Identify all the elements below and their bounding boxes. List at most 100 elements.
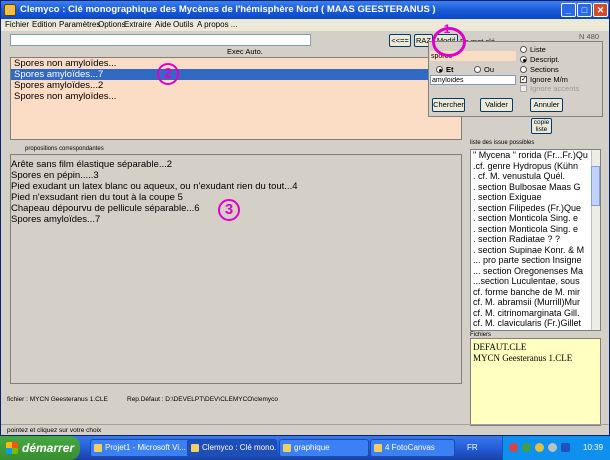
menu-bar: Fichier Edition Paramètres Options Extra… <box>1 19 609 31</box>
annuler-button[interactable]: Annuler <box>530 98 563 112</box>
status-rep: Rep.Défaut : D:\DEVELPT\DEV\CLEMYCO\clem… <box>127 396 278 403</box>
list-item[interactable]: Spores non amyloïdes... <box>11 91 461 102</box>
windows-logo-icon <box>6 442 18 454</box>
clock[interactable]: 10:39 <box>583 443 603 452</box>
choices-list[interactable]: Spores non amyloïdes... Spores amyloïdes… <box>10 57 462 140</box>
ou-radio[interactable] <box>474 66 481 73</box>
menu-edition[interactable]: Edition <box>32 20 56 29</box>
tray-icon[interactable] <box>535 443 544 452</box>
list-item[interactable]: ... pro parte section Insigne <box>471 255 600 266</box>
list-item[interactable]: . section Exiguae <box>471 192 600 203</box>
minimize-button[interactable]: _ <box>561 3 576 17</box>
window-title: Clemyco : Clé monographique des Mycènes … <box>20 4 436 15</box>
files-list[interactable]: DEFAUT.CLE MYCN Geesteranus 1.CLE <box>470 338 601 426</box>
list-item[interactable]: Spores amyloïdes...2 <box>11 80 461 91</box>
menu-parametres[interactable]: Paramètres <box>59 20 100 29</box>
ignore-mm-label: Ignore M/m <box>530 75 568 84</box>
list-item[interactable]: ... section Oregonenses Ma <box>471 266 600 277</box>
list-item[interactable]: .cf. genre Hydropus (Kühn <box>471 161 600 172</box>
maximize-button[interactable]: □ <box>577 3 592 17</box>
list-item[interactable]: . section Monticola Sing. e <box>471 224 600 235</box>
menu-a-propos[interactable]: A propos ... <box>197 20 237 29</box>
search-input[interactable] <box>10 34 311 46</box>
system-tray: 10:39 <box>502 436 610 460</box>
network-icon[interactable] <box>561 443 570 452</box>
exec-auto-label: Exec Auto. <box>227 47 263 56</box>
task-fotocanvas[interactable]: 4 FotoCanvas <box>370 439 455 457</box>
start-label: démarrer <box>22 441 75 455</box>
list-item[interactable]: cf. M. clavicularis (Fr.)Gillet <box>471 318 600 329</box>
menu-outils[interactable]: Outils <box>173 20 193 29</box>
task-projet1[interactable]: Projet1 - Microsoft Vi... <box>90 439 196 457</box>
et-label: Et <box>446 65 454 74</box>
list-item[interactable]: . cf. M. venustula Quél. <box>471 171 600 182</box>
list-item[interactable]: DEFAUT.CLE <box>471 342 600 353</box>
list-item[interactable]: cf. M. citrinomarginata Gill. <box>471 308 600 319</box>
issues-label: liste des issue possibles <box>470 140 535 146</box>
status-fichier: fichier : MYCN Geesteranus 1.CLE <box>7 396 108 403</box>
valider-button[interactable]: Valider <box>480 98 513 112</box>
close-button[interactable]: ✕ <box>593 3 608 17</box>
vb-icon <box>94 444 102 452</box>
menu-extraire[interactable]: Extraire <box>124 20 152 29</box>
et-radio[interactable] <box>436 66 443 73</box>
list-item-selected[interactable]: Spores amyloïdes...7 <box>11 69 461 80</box>
descript-label: Descript. <box>530 55 560 64</box>
menu-fichier[interactable]: Fichier <box>5 20 29 29</box>
list-item[interactable]: Spores en pépin.....3 <box>11 170 461 181</box>
folder-icon <box>283 444 291 452</box>
image-icon <box>374 444 382 452</box>
task-clemyco[interactable]: Clemyco : Clé mono... <box>187 439 277 457</box>
start-button[interactable]: démarrer <box>0 436 80 460</box>
title-bar[interactable]: Clemyco : Clé monographique des Mycènes … <box>1 1 609 19</box>
annotation-2: 2 <box>157 63 179 85</box>
tray-icon[interactable] <box>509 443 518 452</box>
menu-options[interactable]: Options <box>98 20 126 29</box>
task-graphique[interactable]: graphique <box>279 439 369 457</box>
propositions-list[interactable]: Arête sans film élastique séparable...2 … <box>10 154 462 384</box>
volume-icon[interactable] <box>548 443 557 452</box>
sections-radio[interactable] <box>520 66 527 73</box>
app-icon <box>191 444 199 452</box>
copie-liste-button[interactable]: copie liste <box>531 118 552 134</box>
list-item[interactable]: ...section Luculentae, sous <box>471 276 600 287</box>
list-item[interactable]: . section Filipedes (Fr.)Que <box>471 203 600 214</box>
list-item[interactable]: . section Bulbosae Maas G <box>471 182 600 193</box>
status-hint: pointez et cliquez sur votre choix <box>7 427 102 434</box>
status-divider <box>1 424 609 425</box>
ignore-mm-checkbox[interactable]: ✓ <box>520 76 527 83</box>
chercher-button[interactable]: Chercher <box>432 98 465 112</box>
issues-list[interactable]: " Mycena " rorida (Fr...Fr.)Qu .cf. genr… <box>470 149 601 331</box>
scrollbar-thumb[interactable] <box>591 166 600 206</box>
annotation-1: 1 <box>443 22 451 36</box>
propositions-label: propositions correspondantes <box>25 146 104 152</box>
app-window: Clemyco : Clé monographique des Mycènes … <box>0 0 610 436</box>
keyword-field-2[interactable] <box>430 75 516 85</box>
descript-radio[interactable] <box>520 56 527 63</box>
ou-label: Ou <box>484 65 495 74</box>
app-icon <box>4 4 16 16</box>
list-item[interactable]: " Mycena " rorida (Fr...Fr.)Qu <box>471 150 600 161</box>
list-item[interactable]: Spores non amyloïdes... <box>11 58 461 69</box>
ignore-accents-label: Ignore accents <box>530 84 580 93</box>
list-item[interactable]: . section Radiatae ? ? <box>471 234 600 245</box>
sections-label: Sections <box>530 65 559 74</box>
taskbar: démarrer Projet1 - Microsoft Vi... Clemy… <box>0 436 610 460</box>
list-item[interactable]: cf. M. abramsii (Murrill)Mur <box>471 297 600 308</box>
count-label: N 480 <box>579 32 600 41</box>
menu-aide[interactable]: Aide <box>155 20 171 29</box>
tray-icon[interactable] <box>522 443 531 452</box>
language-indicator[interactable]: FR <box>467 443 478 452</box>
liste-label: Liste <box>530 45 546 54</box>
list-item[interactable]: Pied exudant un latex blanc ou aqueux, o… <box>11 181 461 192</box>
list-item[interactable]: Arête sans film élastique séparable...2 <box>11 159 461 170</box>
back-button[interactable]: <<== <box>389 34 411 47</box>
ignore-accents-checkbox[interactable] <box>520 85 527 92</box>
list-item[interactable]: MYCN Geesteranus 1.CLE <box>471 353 600 364</box>
list-item[interactable]: . section Supinae Konr. & M <box>471 245 600 256</box>
liste-radio[interactable] <box>520 46 527 53</box>
issues-scrollbar[interactable] <box>591 150 600 330</box>
annotation-3: 3 <box>218 199 240 221</box>
list-item[interactable]: cf. forme banche de M. mir <box>471 287 600 298</box>
list-item[interactable]: . section Monticola Sing. e <box>471 213 600 224</box>
